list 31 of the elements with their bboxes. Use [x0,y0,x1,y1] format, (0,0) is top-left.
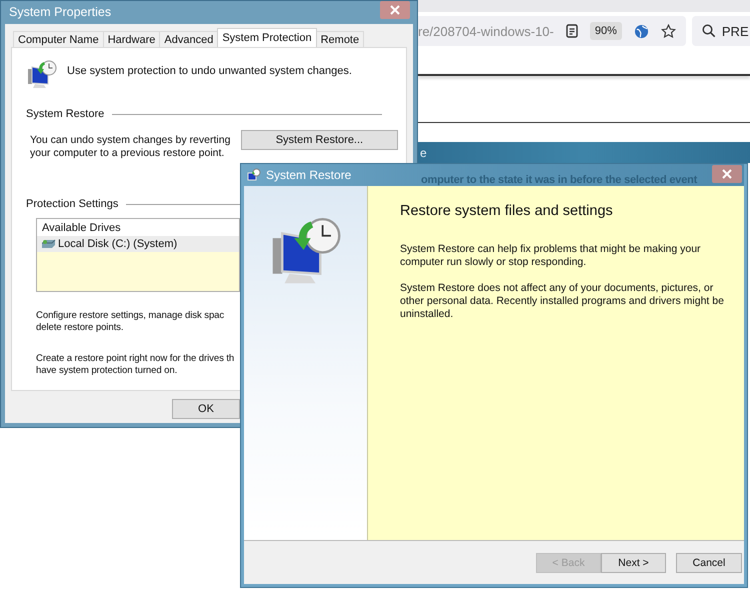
ok-button[interactable]: OK [172,399,240,419]
column-header: Available Drives [37,219,239,236]
system-restore-button[interactable]: System Restore... [240,130,398,150]
window-title: System Restore [266,168,352,182]
globe-icon[interactable] [634,24,649,38]
next-button[interactable]: Next > [601,552,666,572]
window-title: System Properties [9,5,112,19]
window-title: e [420,146,427,160]
tab[interactable]: System Protection [217,28,317,47]
search-icon[interactable] [702,24,716,38]
description-text: System Restore does not affect any of your documents, pictures, or other personal data. Recently installed programs and drivers might be uninstalled. [400,282,725,321]
drive-icon [41,239,56,249]
computer-restore-icon [247,168,261,182]
description-text: Create a restore point right now for the drives th have system protection turned on. [36,353,234,377]
reader-view-icon[interactable] [566,24,578,38]
section-heading: System Restore [26,108,104,120]
section-heading: Protection Settings [26,198,118,210]
wizard-heading: Restore system files and settings [400,203,614,219]
drive-list-item[interactable]: Local Disk (C:) (System) [37,236,239,252]
description-text: Configure restore settings, manage disk spac delete restore points. [36,310,224,334]
description-text: You can undo system changes by reverting your computer to a previous restore point. [30,134,232,160]
zoom-level-badge[interactable]: 90% [590,22,622,40]
close-icon[interactable] [712,165,742,183]
cancel-button[interactable]: Cancel [676,552,742,572]
tab[interactable]: Remote [316,31,364,47]
star-icon[interactable] [660,24,676,38]
computer-restore-icon [26,58,58,90]
description-text: Use system protection to undo unwanted system changes. [67,65,352,77]
description-text: System Restore can help fix problems that might be making your computer run slowly or stop responding. [400,243,702,269]
close-icon[interactable] [380,1,410,19]
tab[interactable]: Computer Name [13,31,104,47]
